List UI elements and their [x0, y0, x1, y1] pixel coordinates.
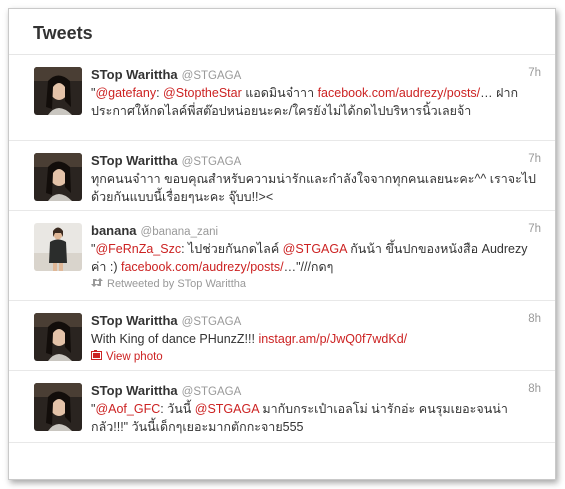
tweet-link[interactable]: facebook.com/audrezy/posts/: [121, 260, 284, 274]
panel-header: Tweets: [9, 9, 555, 55]
tweet-link[interactable]: instagr.am/p/JwQ0f7wdKd/: [258, 332, 407, 346]
tweet-text-segment: แอดมินจ๋าาา: [241, 86, 318, 100]
tweet-username[interactable]: @banana_zani: [141, 226, 219, 238]
tweet-text-segment: …"///กดๆ: [283, 260, 334, 274]
tweet-timestamp[interactable]: 7h: [528, 67, 541, 79]
tweet-fullname[interactable]: STop Warittha: [91, 67, 178, 82]
tweet-header: banana @banana_zani: [91, 222, 541, 239]
tweet-link[interactable]: @Aof_GFC: [95, 402, 160, 416]
tweet-link[interactable]: @FeRnZa_Szc: [95, 242, 181, 256]
tweet-timeline: STop Warittha @STGAGA 7h "@gatefany: @Stopt…: [9, 55, 555, 443]
retweet-info: Retweeted by STop Warittha: [91, 278, 541, 290]
tweet-timestamp[interactable]: 7h: [528, 223, 541, 235]
tweet-username[interactable]: @STGAGA: [182, 316, 242, 328]
tweet-text: "@Aof_GFC: วันนี้ @STGAGA มากับกระเป๋าเอ…: [91, 400, 541, 436]
tweet-timestamp[interactable]: 7h: [528, 153, 541, 165]
tweet-link[interactable]: @STGAGA: [283, 242, 347, 256]
tweet-text: "@FeRnZa_Szc: ไปช่วยกันกดไลค์ @STGAGA กั…: [91, 240, 541, 276]
tweet-header: STop Warittha @STGAGA: [91, 312, 541, 329]
tweet-text: With King of dance PHunzZ!!! instagr.am/…: [91, 330, 541, 348]
tweet-text: "@gatefany: @StoptheStar แอดมินจ๋าาา fac…: [91, 84, 541, 120]
tweet-fullname[interactable]: STop Warittha: [91, 313, 178, 328]
avatar[interactable]: [34, 313, 82, 361]
retweet-icon: [91, 278, 103, 290]
panel-title: Tweets: [33, 23, 93, 43]
tweet-text: ทุกคนนจ๋าาา ขอบคุณสำหรับความน่ารักและกำล…: [91, 170, 541, 206]
tweet-fullname[interactable]: STop Warittha: [91, 383, 178, 398]
tweet-timestamp[interactable]: 8h: [528, 383, 541, 395]
tweet-fullname[interactable]: STop Warittha: [91, 153, 178, 168]
tweet-username[interactable]: @STGAGA: [182, 70, 242, 82]
tweet-text-segment: With King of dance PHunzZ!!!: [91, 332, 259, 346]
tweet-link[interactable]: @gatefany: [95, 86, 156, 100]
tweet-link[interactable]: facebook.com/audrezy/posts/: [318, 86, 481, 100]
tweet-header: STop Warittha @STGAGA: [91, 66, 541, 83]
tweet-item[interactable]: STop Warittha @STGAGA 8h With King of dance…: [9, 301, 555, 371]
tweet-item[interactable]: banana @banana_zani 7h "@FeRnZa_Szc: ไปช่วย…: [9, 211, 555, 301]
avatar[interactable]: [34, 153, 82, 201]
tweet-timestamp[interactable]: 8h: [528, 313, 541, 325]
tweet-header: STop Warittha @STGAGA: [91, 152, 541, 169]
tweet-text-segment: : วันนี้: [160, 402, 195, 416]
tweet-item[interactable]: STop Warittha @STGAGA 7h ทุกคนนจ๋าาา ขอบคุณ…: [9, 141, 555, 211]
tweet-username[interactable]: @STGAGA: [182, 386, 242, 398]
tweet-text-segment: ทุกคนนจ๋าาา ขอบคุณสำหรับความน่ารักและกำล…: [91, 172, 536, 204]
avatar[interactable]: [34, 383, 82, 431]
retweeted-by-label: Retweeted by STop Warittha: [107, 278, 246, 290]
tweet-fullname[interactable]: banana: [91, 223, 137, 238]
photo-icon: [91, 350, 102, 363]
tweets-panel: Tweets STop Warittha @STGAGA 7h "@gatefany:…: [8, 8, 556, 480]
tweet-text-segment: : ไปช่วยกันกดไลค์: [181, 242, 283, 256]
view-photo-label[interactable]: View photo: [106, 351, 163, 363]
tweet-item[interactable]: STop Warittha @STGAGA 8h "@Aof_GFC: วันนี้ …: [9, 371, 555, 443]
tweet-link[interactable]: @StoptheStar: [163, 86, 242, 100]
avatar[interactable]: [34, 67, 82, 115]
view-photo-link[interactable]: View photo: [91, 350, 541, 363]
tweet-header: STop Warittha @STGAGA: [91, 382, 541, 399]
tweet-link[interactable]: @STGAGA: [195, 402, 259, 416]
tweet-text-segment: :: [156, 86, 164, 100]
tweet-username[interactable]: @STGAGA: [182, 156, 242, 168]
tweet-item[interactable]: STop Warittha @STGAGA 7h "@gatefany: @Stopt…: [9, 55, 555, 141]
avatar[interactable]: [34, 223, 82, 271]
